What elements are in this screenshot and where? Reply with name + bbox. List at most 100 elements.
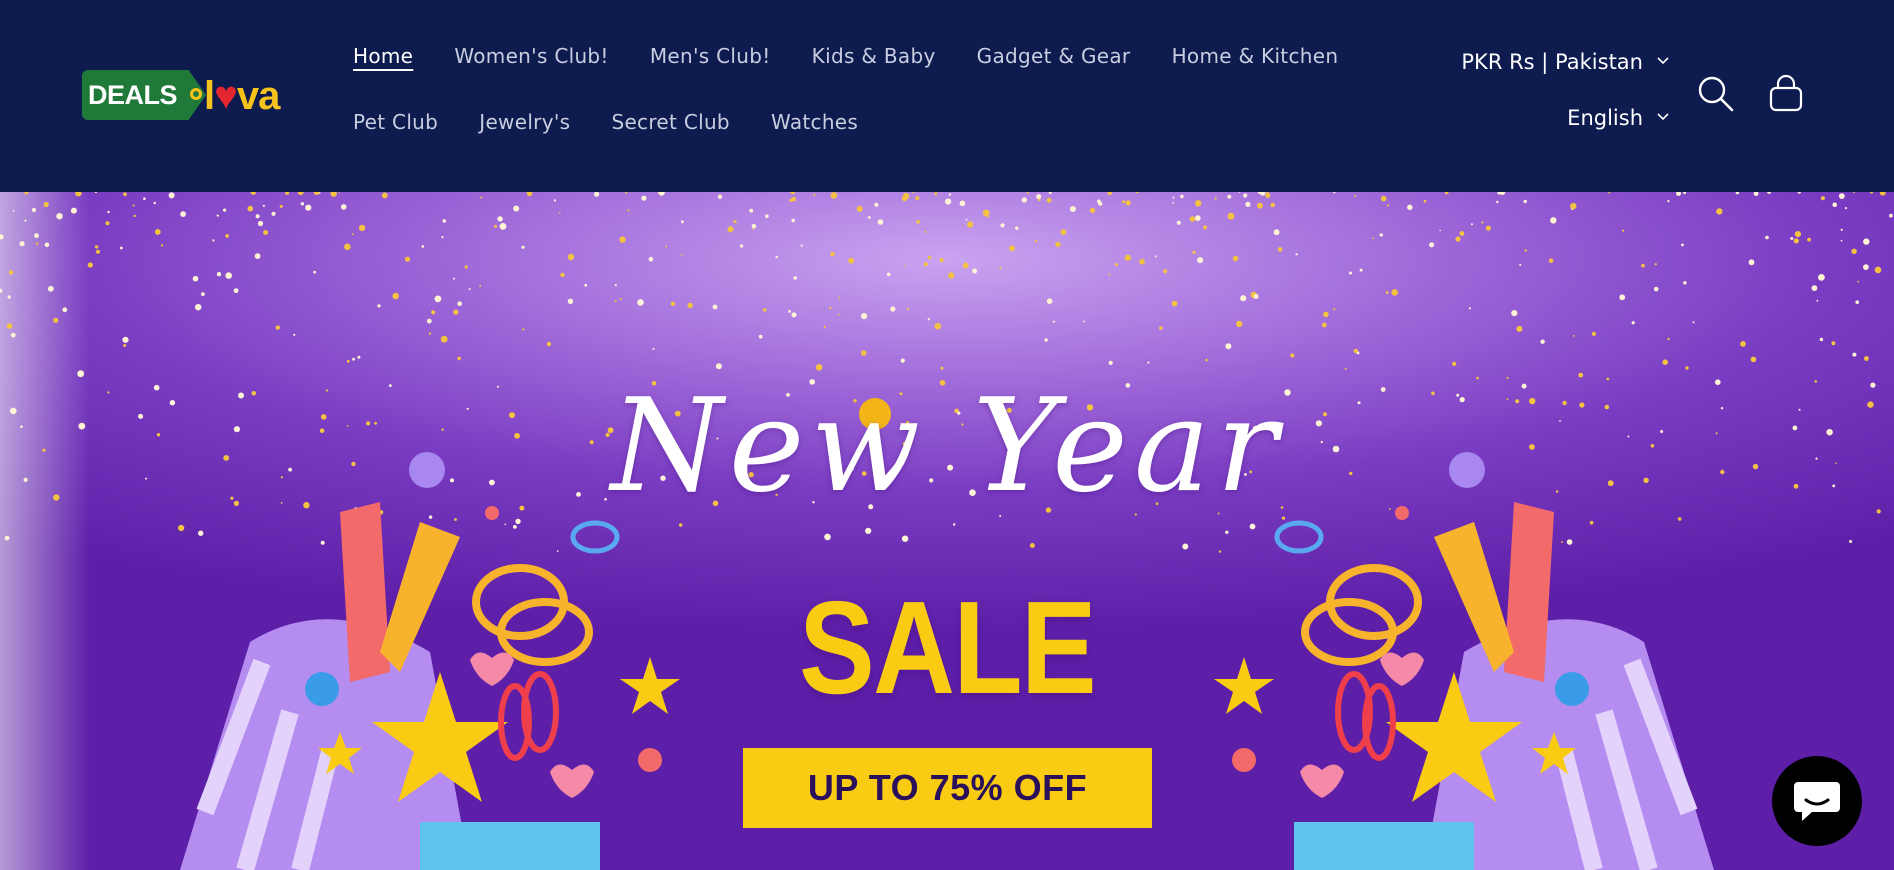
confetti-dot [499,223,507,230]
language-selector[interactable]: English [1461,106,1669,130]
confetti-dot [1097,199,1101,204]
confetti-dot [838,313,840,316]
confetti-dot [815,364,823,371]
confetti-dot [35,242,39,245]
confetti-dot [1811,285,1818,291]
confetti-dot [1385,291,1389,294]
confetti-dot [982,209,990,217]
confetti-dot [924,230,927,233]
confetti-dot [788,310,791,313]
confetti-dot [648,256,654,262]
confetti-dot [1154,255,1157,258]
confetti-dot [75,192,82,197]
confetti-dot [1205,358,1208,362]
confetti-dot [262,204,265,207]
site-header: DEALS l♥va Home Women's Club! Men's Club… [0,0,1894,192]
chevron-down-icon [1657,113,1669,121]
confetti-dot [47,285,54,292]
nav-link-jewelrys[interactable]: Jewelry's [479,110,570,134]
nav-link-pet-club[interactable]: Pet Club [353,110,438,134]
confetti-dot [1321,322,1327,328]
confetti-dot [1608,192,1611,194]
confetti-dot [1838,193,1845,199]
confetti-dot [584,283,588,287]
confetti-dot [143,197,146,200]
confetti-dot [614,284,617,287]
confetti-dot [357,355,361,359]
confetti-dot [377,304,381,308]
confetti-dot [972,268,978,274]
confetti-dot [300,202,305,206]
cart-button[interactable] [1766,74,1806,114]
nav-link-gadget-gear[interactable]: Gadget & Gear [977,44,1131,68]
confetti-dot [320,540,325,545]
confetti-dot [522,328,525,331]
nav-link-secret-club[interactable]: Secret Club [611,110,729,134]
confetti-dot [1197,257,1204,264]
confetti-dot [751,224,757,229]
confetti-dot [1653,286,1659,292]
confetti-dot [1192,250,1196,254]
confetti-dot [1265,193,1271,198]
localization-selectors: PKR Rs | Pakistan English [1461,50,1669,130]
confetti-dot [1589,520,1594,525]
confetti-dot [453,309,459,315]
confetti-dot [934,192,938,196]
confetti-dot [212,239,215,242]
confetti-dot [739,244,744,248]
confetti-dot [1359,268,1363,272]
logo-deals-text: DEALS [88,80,178,110]
nav-link-kids-baby[interactable]: Kids & Baby [812,44,936,68]
confetti-dot [1089,207,1096,213]
confetti-dot [1122,200,1126,204]
confetti-dot [619,298,622,301]
confetti-dot [860,350,867,356]
confetti-dot [1452,361,1457,366]
confetti-dot [1036,194,1042,200]
nav-link-watches[interactable]: Watches [771,110,858,134]
confetti-dot [1459,231,1465,236]
confetti-dot [285,192,290,195]
confetti-dot [404,256,411,262]
confetti-dot [120,246,123,250]
confetti-dot [452,277,455,280]
deals-luva-logo[interactable]: DEALS l♥va [82,68,292,122]
confetti-dot [959,200,966,207]
confetti-dot [1180,194,1184,199]
nav-link-mens-club[interactable]: Men's Club! [650,44,771,68]
confetti-dot [168,192,175,199]
confetti-dot [567,253,575,261]
confetti-dot [1429,242,1435,248]
confetti-dot [1818,274,1825,281]
offer-text: UP TO 75% OFF [807,767,1088,808]
confetti-dot [132,204,135,207]
confetti-dot [344,243,351,251]
confetti-dot [848,257,855,264]
confetti-dot [1108,273,1111,276]
confetti-dot [1214,197,1217,200]
confetti-dot [10,332,16,338]
confetti-dot [1107,192,1112,196]
nav-link-home[interactable]: Home [353,44,413,68]
currency-selector[interactable]: PKR Rs | Pakistan [1461,50,1669,74]
confetti-dot [426,318,432,324]
chat-button[interactable] [1772,756,1862,846]
nav-link-womens-club[interactable]: Women's Club! [454,44,608,68]
confetti-dot [1225,343,1232,350]
confetti-dot [1182,543,1189,550]
confetti-dot [1516,325,1523,332]
new-year-sale-banner[interactable]: New Year SALE UP TO 75% OFF [0,192,1894,870]
confetti-dot [1499,192,1506,195]
confetti-dot [1631,321,1635,325]
confetti-dot [305,204,312,211]
confetti-dot [641,195,647,201]
nav-link-home-kitchen[interactable]: Home & Kitchen [1172,44,1339,68]
confetti-dot [680,254,683,256]
search-button[interactable] [1696,74,1736,114]
confetti-dot [440,335,448,343]
confetti-dot [1481,221,1484,224]
confetti-dot [123,192,127,196]
nav-row-1: Home Women's Club! Men's Club! Kids & Ba… [353,44,1374,68]
confetti-dot [1125,200,1131,206]
offer-box[interactable]: UP TO 75% OFF [743,748,1152,828]
